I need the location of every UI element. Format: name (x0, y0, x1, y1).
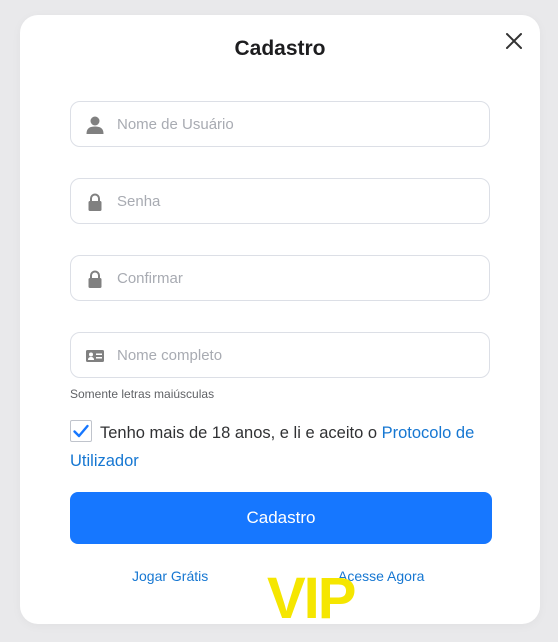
lock-icon (88, 193, 102, 211)
password-input[interactable] (117, 179, 477, 223)
username-field-wrapper (70, 101, 490, 147)
close-button[interactable] (502, 29, 526, 53)
username-input[interactable] (117, 102, 477, 146)
fullname-hint: Somente letras maiúsculas (70, 387, 215, 401)
register-submit-button[interactable]: Cadastro (70, 492, 492, 544)
lock-icon (88, 270, 102, 288)
fullname-field-wrapper (70, 332, 490, 378)
checkmark-icon (73, 424, 89, 438)
play-free-link[interactable]: Jogar Grátis (132, 568, 208, 584)
dialog-title: Cadastro (234, 37, 326, 60)
close-icon (506, 33, 522, 49)
register-dialog: Cadastro Nome de Usuário Nome completo S… (20, 15, 540, 628)
password-field-wrapper (70, 178, 490, 224)
agreement-text: Tenho mais de 18 anos, e li e aceito o (100, 424, 378, 442)
fullname-input[interactable] (117, 333, 477, 377)
id-card-icon (86, 350, 104, 362)
agreement-row: Tenho mais de 18 anos, e li e aceito o P… (70, 419, 500, 475)
user-icon (86, 116, 104, 134)
agreement-checkbox[interactable] (70, 420, 92, 442)
confirm-password-input[interactable] (117, 256, 477, 300)
confirm-password-field-wrapper (70, 255, 490, 301)
vip-badge: VIP (267, 566, 356, 631)
